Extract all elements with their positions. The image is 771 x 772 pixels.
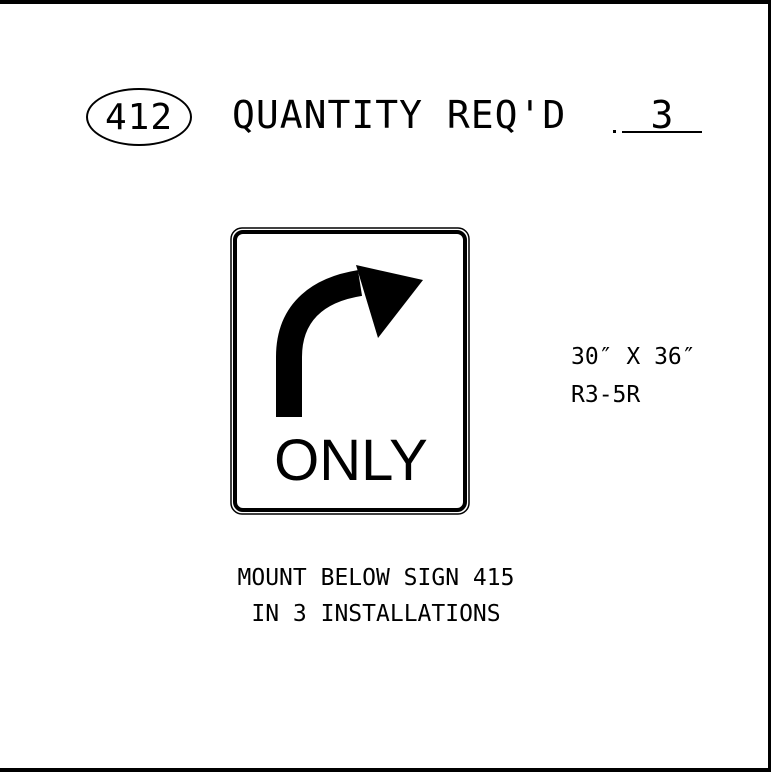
quantity-dot — [613, 130, 616, 133]
sign-panel: ONLY — [230, 227, 470, 515]
sign-code: R3-5R — [571, 382, 641, 408]
sign-legend: ONLY — [274, 428, 428, 493]
quantity-label: QUANTITY REQ'D — [232, 93, 567, 137]
sign-number: 412 — [104, 96, 174, 138]
sign-dimensions: 30″ X 36″ — [571, 344, 696, 370]
sign-detail-sheet: 412 QUANTITY REQ'D 3 ONLY 30″ X 36″ R3-5… — [0, 0, 771, 772]
quantity-underline — [622, 131, 702, 133]
note-line: MOUNT BELOW SIGN 415 — [237, 565, 515, 591]
mounting-note: MOUNT BELOW SIGN 415 IN 3 INSTALLATIONS — [186, 560, 566, 632]
note-line: IN 3 INSTALLATIONS — [251, 601, 501, 627]
sign-size-block: 30″ X 36″ R3-5R — [571, 338, 696, 414]
sign-number-oval: 412 — [86, 88, 192, 146]
